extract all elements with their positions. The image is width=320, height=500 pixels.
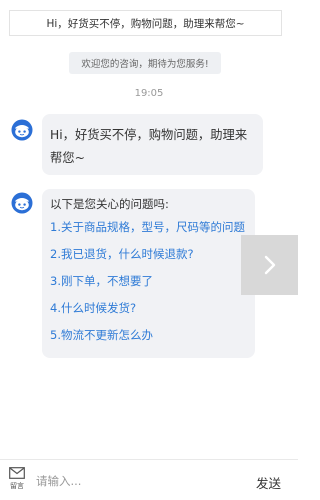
greeting-message-bubble: Hi，好货买不停，购物问题，助理来帮您~ xyxy=(42,114,263,175)
faq-list: 1.关于商品规格，型号，尺码等的问题 2.我已退货，什么时候退款? 3.刚下单，… xyxy=(50,220,247,342)
next-arrow-button[interactable] xyxy=(241,235,298,295)
top-banner-text: Hi，好货买不停，购物问题，助理来帮您~ xyxy=(46,17,245,30)
input-bar: 留言 发送 xyxy=(0,459,298,500)
faq-item[interactable]: 4.什么时候发货? xyxy=(50,301,247,315)
chevron-right-icon xyxy=(264,255,275,275)
faq-item[interactable]: 2.我已退货，什么时候退款? xyxy=(50,247,247,261)
greeting-message-text: Hi，好货买不停，购物问题，助理来帮您~ xyxy=(50,128,248,165)
message-input[interactable] xyxy=(36,470,236,492)
message-timestamp: 19:05 xyxy=(134,88,164,99)
faq-title: 以下是您关心的问题吗: xyxy=(50,197,169,211)
leave-message-button[interactable]: 留言 xyxy=(6,467,28,497)
faq-item[interactable]: 1.关于商品规格，型号，尺码等的问题 xyxy=(50,220,247,234)
faq-item[interactable]: 3.刚下单，不想要了 xyxy=(50,274,247,288)
robot-avatar-icon xyxy=(11,119,33,141)
welcome-notice: 欢迎您的咨询，期待为您服务! xyxy=(69,52,221,74)
robot-avatar-icon xyxy=(11,192,33,214)
leave-message-label: 留言 xyxy=(10,482,24,490)
send-button[interactable]: 发送 xyxy=(256,473,281,492)
envelope-icon xyxy=(9,467,25,479)
faq-message-bubble: 以下是您关心的问题吗: 1.关于商品规格，型号，尺码等的问题 2.我已退货，什么… xyxy=(42,189,255,358)
top-banner: Hi，好货买不停，购物问题，助理来帮您~ xyxy=(9,10,282,36)
welcome-notice-text: 欢迎您的咨询，期待为您服务! xyxy=(81,59,209,70)
faq-item[interactable]: 5.物流不更新怎么办 xyxy=(50,328,247,342)
